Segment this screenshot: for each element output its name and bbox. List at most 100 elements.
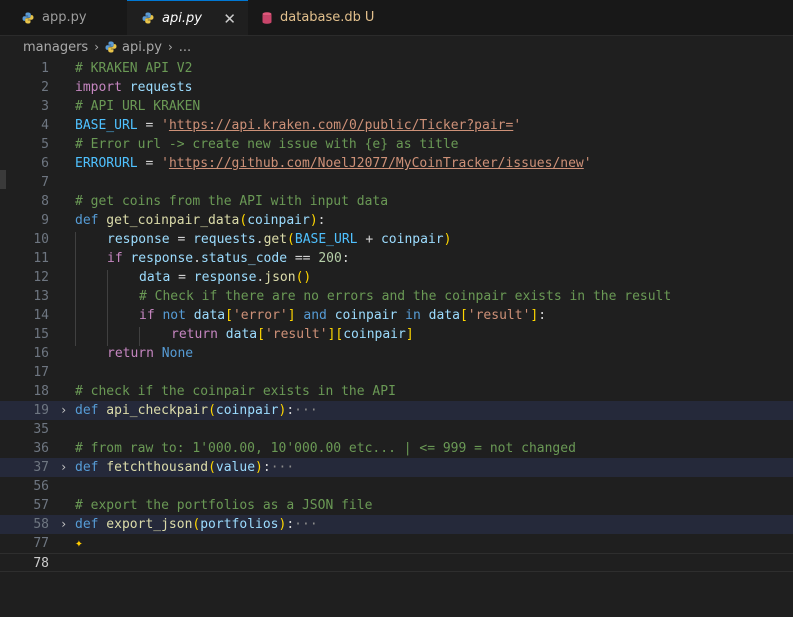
tab-database-db[interactable]: database.db U bbox=[248, 0, 378, 35]
code-line[interactable]: 15 return data['result'][coinpair] bbox=[0, 325, 793, 344]
line-number: 19 bbox=[33, 403, 49, 418]
line-number: 7 bbox=[41, 175, 49, 190]
code-line[interactable]: 35 bbox=[0, 420, 793, 439]
bracket: [ bbox=[459, 308, 468, 323]
constant: None bbox=[153, 346, 194, 361]
fold-chevron-icon[interactable]: › bbox=[60, 458, 67, 477]
code-line[interactable]: 17 bbox=[0, 363, 793, 382]
function-name: get_coinpair_data bbox=[98, 213, 240, 228]
comment: # get coins from the API with input data bbox=[75, 194, 389, 209]
operator: : bbox=[262, 460, 271, 475]
code-line[interactable]: 77 ✦ bbox=[0, 534, 793, 553]
code-line[interactable]: 2 import requests bbox=[0, 78, 793, 97]
code-text: return data['result'][coinpair] bbox=[171, 325, 414, 344]
code-line[interactable]: 57 # export the portfolios as a JSON file bbox=[0, 496, 793, 515]
folded-code-line[interactable]: 19 › def api_checkpair(coinpair):··· bbox=[0, 401, 793, 420]
function-name: get bbox=[263, 232, 288, 247]
tab-api-py[interactable]: api.py ✕ bbox=[127, 0, 248, 35]
code-text: # API URL KRAKEN bbox=[75, 97, 200, 116]
line-number: 6 bbox=[41, 156, 49, 171]
comment: # API URL KRAKEN bbox=[75, 99, 201, 114]
fold-chevron-icon[interactable]: › bbox=[60, 401, 67, 420]
line-number: 14 bbox=[33, 308, 49, 323]
fold-chevron-icon[interactable]: › bbox=[60, 515, 67, 534]
breadcrumb-more[interactable]: ... bbox=[179, 40, 191, 55]
folded-code-line[interactable]: 37 › def fetchthousand(value):··· bbox=[0, 458, 793, 477]
current-code-line[interactable]: 78 bbox=[0, 553, 793, 572]
string-url-link[interactable]: https://github.com/NoelJ2077/MyCoinTrack… bbox=[169, 156, 584, 171]
chevron-right-icon: › bbox=[167, 40, 173, 54]
keyword: if bbox=[107, 251, 123, 266]
code-text: # Check if there are no errors and the c… bbox=[139, 287, 671, 306]
line-number: 15 bbox=[33, 327, 49, 342]
string-quote: ' bbox=[583, 156, 592, 171]
code-line[interactable]: 5 # Error url -> create new issue with {e… bbox=[0, 135, 793, 154]
line-number: 12 bbox=[33, 270, 49, 285]
line-number: 3 bbox=[41, 99, 49, 114]
keyword: and bbox=[295, 308, 327, 323]
code-text: def export_json(portfolios):··· bbox=[75, 515, 318, 534]
database-icon bbox=[262, 11, 272, 24]
code-line[interactable]: 11 if response.status_code == 200: bbox=[0, 249, 793, 268]
code-line[interactable]: 7 bbox=[0, 173, 793, 192]
code-editor[interactable]: 1 # KRAKEN API V2 2 import requests 3 # API… bbox=[0, 59, 793, 617]
constant: ERRORURL bbox=[75, 156, 138, 171]
python-icon bbox=[142, 12, 154, 24]
bracket: ) bbox=[309, 213, 318, 228]
tab-label: api.py bbox=[162, 10, 202, 26]
keyword: if bbox=[139, 308, 155, 323]
variable: response bbox=[107, 232, 170, 247]
line-number: 58 bbox=[33, 517, 49, 532]
line-number: 10 bbox=[33, 232, 49, 247]
code-line[interactable]: 18 # check if the coinpair exists in the … bbox=[0, 382, 793, 401]
constant: BASE_URL bbox=[294, 232, 358, 247]
code-line[interactable]: 3 # API URL KRAKEN bbox=[0, 97, 793, 116]
code-text: def get_coinpair_data(coinpair): bbox=[75, 211, 325, 230]
constant: BASE_URL bbox=[75, 118, 138, 133]
code-line[interactable]: 9 def get_coinpair_data(coinpair): bbox=[0, 211, 793, 230]
function-name: fetchthousand bbox=[98, 460, 209, 475]
code-line[interactable]: 4 BASE_URL = 'https://api.kraken.com/0/pu… bbox=[0, 116, 793, 135]
chevron-right-icon: › bbox=[94, 40, 100, 54]
breadcrumb-file[interactable]: api.py bbox=[122, 40, 162, 55]
folded-ellipsis[interactable]: ··· bbox=[294, 403, 317, 418]
variable: data bbox=[185, 308, 226, 323]
code-text: ERRORURL = 'https://github.com/NoelJ2077… bbox=[75, 154, 592, 173]
line-number: 17 bbox=[33, 365, 49, 380]
code-line[interactable]: 10 response = requests.get(BASE_URL + coi… bbox=[0, 230, 793, 249]
folded-ellipsis[interactable]: ··· bbox=[271, 460, 294, 475]
function-name: json bbox=[264, 270, 296, 285]
variable: coinpair bbox=[326, 308, 398, 323]
line-number: 36 bbox=[33, 441, 49, 456]
close-icon[interactable]: ✕ bbox=[223, 10, 236, 28]
string-url-link[interactable]: https://api.kraken.com/0/public/Ticker?p… bbox=[169, 118, 513, 133]
function-name: api_checkpair bbox=[98, 403, 209, 418]
folded-ellipsis[interactable]: ··· bbox=[294, 517, 317, 532]
sparkle-icon[interactable]: ✦ bbox=[75, 534, 83, 553]
code-line[interactable]: 8 # get coins from the API with input dat… bbox=[0, 192, 793, 211]
code-line[interactable]: 12 data = response.json() bbox=[0, 268, 793, 287]
breadcrumb: managers › api.py › ... bbox=[0, 36, 793, 58]
variable: data bbox=[420, 308, 460, 323]
code-line[interactable]: 1 # KRAKEN API V2 bbox=[0, 59, 793, 78]
tab-app-py[interactable]: app.py bbox=[0, 0, 127, 35]
code-text: data = response.json() bbox=[139, 268, 311, 287]
line-number: 13 bbox=[33, 289, 49, 304]
keyword: in bbox=[397, 308, 421, 323]
code-line[interactable]: 36 # from raw to: 1'000.00, 10'000.00 etc… bbox=[0, 439, 793, 458]
line-number: 5 bbox=[41, 137, 49, 152]
comment: # export the portfolios as a JSON file bbox=[75, 498, 373, 513]
variable: data bbox=[139, 270, 171, 285]
code-line[interactable]: 16 return None bbox=[0, 344, 793, 363]
folded-code-line[interactable]: 58 › def export_json(portfolios):··· bbox=[0, 515, 793, 534]
line-number: 77 bbox=[33, 536, 49, 551]
line-number: 4 bbox=[41, 118, 49, 133]
code-line[interactable]: 56 bbox=[0, 477, 793, 496]
breadcrumb-folder[interactable]: managers bbox=[23, 40, 88, 55]
code-line[interactable]: 6 ERRORURL = 'https://github.com/NoelJ207… bbox=[0, 154, 793, 173]
code-line[interactable]: 14 if not data['error'] and coinpair in d… bbox=[0, 306, 793, 325]
line-number: 9 bbox=[41, 213, 49, 228]
bracket: ( bbox=[287, 232, 295, 247]
code-text: # export the portfolios as a JSON file bbox=[75, 496, 372, 515]
code-line[interactable]: 13 # Check if there are no errors and the… bbox=[0, 287, 793, 306]
